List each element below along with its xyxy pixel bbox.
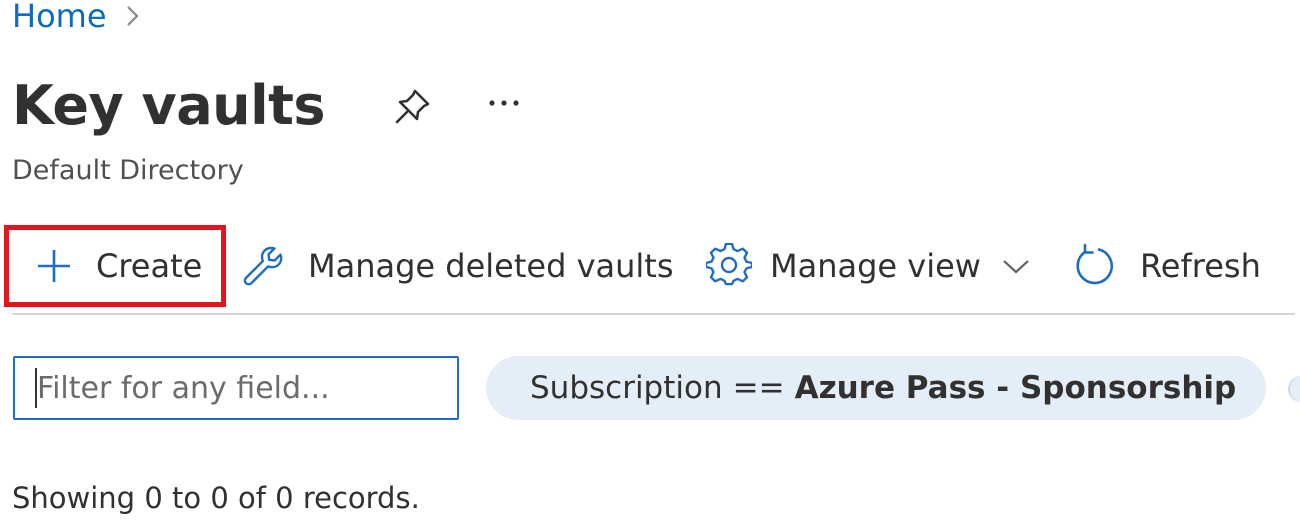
create-button[interactable]: Create xyxy=(4,225,226,307)
title-row: Key vaults xyxy=(12,66,521,146)
chevron-down-icon xyxy=(1001,257,1031,275)
toolbar-divider xyxy=(12,313,1295,315)
chevron-right-icon xyxy=(125,2,141,30)
records-count: Showing 0 to 0 of 0 records. xyxy=(12,481,420,515)
subscription-filter-operator: == xyxy=(732,370,785,406)
breadcrumb: Home xyxy=(12,0,141,38)
manage-view-button[interactable]: Manage view xyxy=(706,222,1031,310)
subscription-filter-key: Subscription xyxy=(530,370,723,406)
command-bar: Create Manage deleted vaults Manage view xyxy=(0,222,1300,310)
manage-deleted-vaults-button[interactable]: Manage deleted vaults xyxy=(240,222,674,310)
gear-icon xyxy=(706,243,752,289)
text-cursor xyxy=(35,368,37,408)
create-button-label: Create xyxy=(96,247,203,285)
refresh-button[interactable]: Refresh xyxy=(1072,222,1261,310)
plus-icon xyxy=(34,246,74,286)
pin-icon[interactable] xyxy=(393,86,433,126)
page-title: Key vaults xyxy=(12,74,326,137)
subscription-filter-value: Azure Pass - Sponsorship xyxy=(794,370,1237,406)
manage-deleted-vaults-label: Manage deleted vaults xyxy=(308,247,674,285)
manage-view-label: Manage view xyxy=(770,247,981,285)
page-subtitle: Default Directory xyxy=(12,155,244,186)
more-icon[interactable] xyxy=(487,98,521,108)
breadcrumb-home-link[interactable]: Home xyxy=(12,0,107,38)
refresh-icon xyxy=(1072,243,1118,289)
filter-input[interactable] xyxy=(13,356,459,420)
subscription-filter-pill[interactable]: Subscription == Azure Pass - Sponsorship xyxy=(486,356,1266,420)
wrench-icon xyxy=(240,242,288,290)
add-filter-pill-edge[interactable] xyxy=(1288,376,1300,402)
refresh-label: Refresh xyxy=(1140,247,1261,285)
key-vaults-page: Home Key vaults Default Directory Create… xyxy=(0,0,1300,525)
